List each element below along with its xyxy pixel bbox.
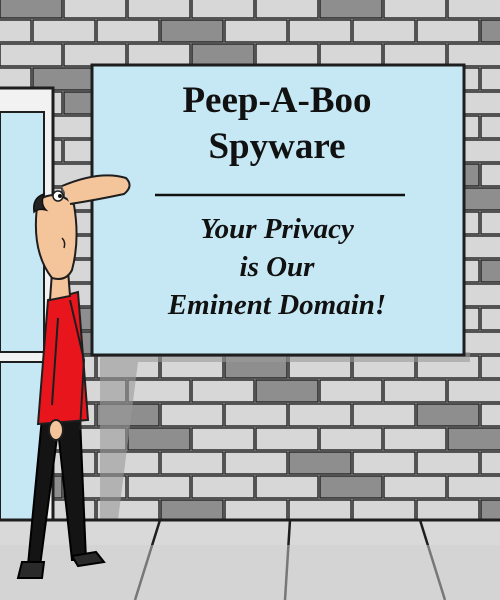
brick (288, 403, 352, 427)
brick (447, 0, 500, 19)
brick (383, 427, 447, 451)
brick (352, 403, 416, 427)
brick (480, 67, 500, 91)
brick (127, 427, 191, 451)
brick (480, 19, 500, 43)
brick (224, 451, 288, 475)
brick (63, 43, 127, 67)
brick (319, 0, 383, 19)
brick (319, 43, 383, 67)
brick (480, 259, 500, 283)
brick (0, 0, 63, 19)
brick (96, 19, 160, 43)
brick (319, 379, 383, 403)
brick (224, 403, 288, 427)
brick (191, 0, 255, 19)
brick (447, 427, 500, 451)
sign-title: Peep-A-Boo Spyware (92, 78, 462, 170)
brick (480, 211, 500, 235)
brick (288, 451, 352, 475)
sign-tagline-line2: is Our (239, 251, 315, 283)
brick (319, 427, 383, 451)
brick (480, 163, 500, 187)
brick (191, 427, 255, 451)
brick (160, 19, 224, 43)
brick (447, 379, 500, 403)
brick (480, 307, 500, 331)
brick (32, 19, 96, 43)
brick (416, 19, 480, 43)
brick (224, 19, 288, 43)
brick (416, 403, 480, 427)
brick (63, 0, 127, 19)
brick (480, 403, 500, 427)
brick (319, 475, 383, 499)
brick (383, 379, 447, 403)
brick (416, 451, 480, 475)
brick (480, 451, 500, 475)
brick (255, 427, 319, 451)
sign-tagline-line1: Your Privacy (200, 213, 354, 245)
brick (191, 475, 255, 499)
brick (383, 0, 447, 19)
sign-title-line1: Peep-A-Boo (182, 80, 372, 121)
sign-tagline: Your Privacy is Our Eminent Domain! (92, 210, 462, 324)
brick (127, 475, 191, 499)
brick (191, 43, 255, 67)
brick (447, 43, 500, 67)
brick (383, 43, 447, 67)
brick (0, 43, 63, 67)
brick (383, 475, 447, 499)
brick (255, 43, 319, 67)
brick (352, 451, 416, 475)
brick (255, 379, 319, 403)
brick (160, 403, 224, 427)
brick (352, 19, 416, 43)
brick (447, 475, 500, 499)
brick (255, 475, 319, 499)
brick (0, 19, 32, 43)
brick (127, 43, 191, 67)
brick (160, 451, 224, 475)
brick (191, 379, 255, 403)
brick (288, 19, 352, 43)
sign-title-line2: Spyware (208, 126, 346, 167)
brick (127, 0, 191, 19)
brick (127, 379, 191, 403)
brick (480, 115, 500, 139)
sign-tagline-line3: Eminent Domain! (167, 289, 387, 321)
brick (255, 0, 319, 19)
brick (480, 355, 500, 379)
